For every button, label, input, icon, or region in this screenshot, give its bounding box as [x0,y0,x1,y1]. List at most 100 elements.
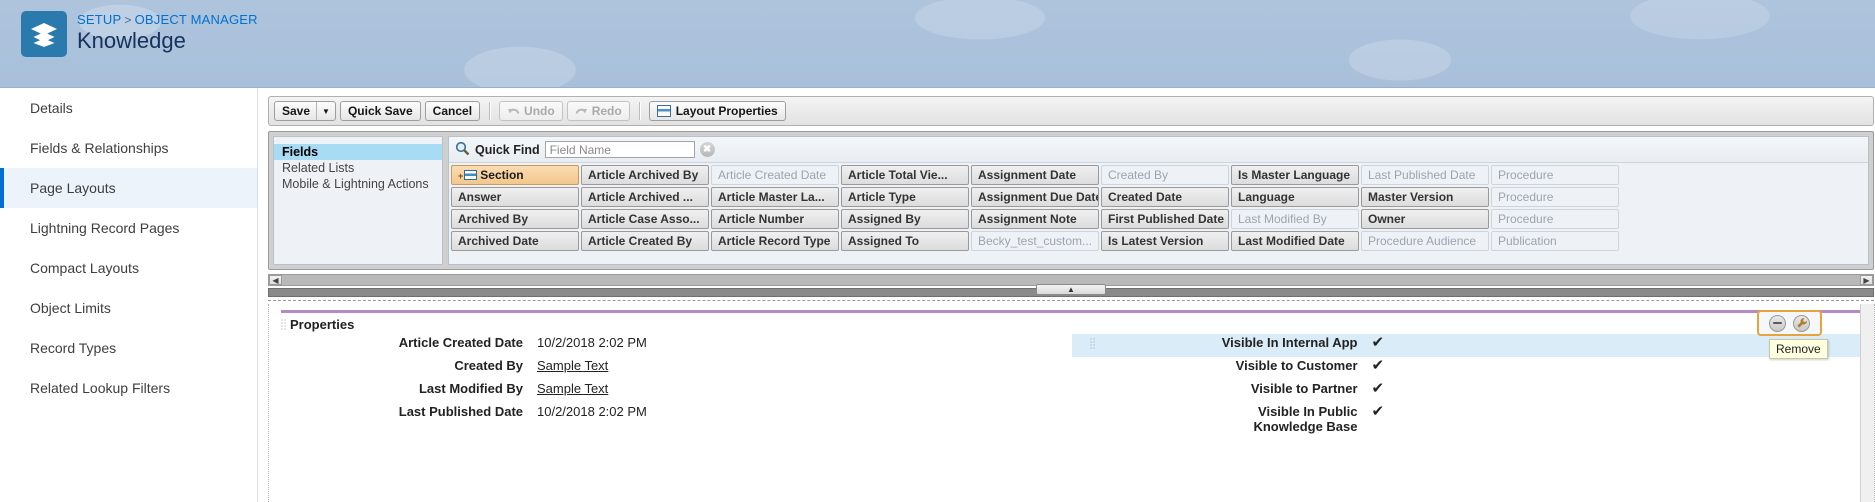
palette-field-item[interactable]: Answer [451,187,579,207]
cancel-button-label: Cancel [432,104,473,118]
palette-field-item[interactable]: Article Type [841,187,969,207]
scroll-left-icon[interactable]: ◀ [269,275,282,285]
drag-handle-icon[interactable] [1089,338,1095,349]
palette-field-item[interactable]: Assigned To [841,231,969,251]
sidebar-item-record-types[interactable]: Record Types [0,328,257,368]
palette-field-item[interactable]: Is Latest Version [1101,231,1229,251]
sidebar-item-fields-relationships[interactable]: Fields & Relationships [0,128,257,168]
layout-field-row[interactable]: Article Created Date 10/2/2018 2:02 PM [269,334,1072,357]
remove-circle-icon[interactable] [1769,314,1786,332]
sidebar-item-label: Related Lookup Filters [30,380,171,396]
clear-icon[interactable]: ✖ [699,142,715,157]
drag-handle-icon[interactable] [281,319,286,330]
palette-field-item[interactable]: Article Created By [581,231,709,251]
scroll-right-icon[interactable]: ▶ [1860,275,1873,285]
palette-item-label: Last Published Date [1368,168,1476,182]
palette-field-item[interactable]: Last Modified Date [1231,231,1359,251]
page-title: Knowledge [77,28,186,53]
breadcrumb-object-manager[interactable]: OBJECT MANAGER [135,12,258,27]
layout-field-value: 10/2/2018 2:02 PM [537,335,647,350]
palette-item-label: Procedure [1498,190,1554,204]
undo-button: Undo [499,101,563,121]
palette-item-label: Article Record Type [718,234,831,248]
plus-icon: + [458,171,464,181]
palette-field-item[interactable]: Assignment Note [971,209,1099,229]
breadcrumb-setup[interactable]: SETUP [77,12,121,27]
palette-field-item[interactable]: Master Version [1361,187,1489,207]
section-title-label: Properties [290,317,355,332]
sidebar-item-object-limits[interactable]: Object Limits [0,288,257,328]
palette-field-item[interactable]: Article Total Vie... [841,165,969,185]
palette-item-label: Article Total Vie... [848,168,948,182]
toolbar-divider [489,102,491,120]
sidebar-item-label: Lightning Record Pages [30,220,180,236]
palette-field-item[interactable]: Article Master La... [711,187,839,207]
palette-tab-fields[interactable]: Fields [274,144,442,160]
checkmark-icon: ✔ [1371,357,1385,374]
layout-field-row[interactable]: Visible In Internal App ✔ [1071,334,1874,357]
palette-field-item[interactable]: Language [1231,187,1359,207]
sidebar-item-related-lookup-filters[interactable]: Related Lookup Filters [0,368,257,408]
layout-field-label: Last Modified By [418,381,523,396]
palette-field-item[interactable]: Assignment Due Date [971,187,1099,207]
quick-find-bar: Quick Find Field Name ✖ [449,137,1868,163]
palette-field-item[interactable]: Article Number [711,209,839,229]
undo-button-label: Undo [524,104,555,118]
palette-item-label: Is Latest Version [1108,234,1204,248]
quick-find-input[interactable]: Field Name [544,141,695,158]
palette-section-item[interactable]: + Section [451,165,579,185]
layout-field-value-link[interactable]: Sample Text [537,381,608,396]
palette-field-item[interactable]: Assignment Date [971,165,1099,185]
sidebar-item-label: Object Limits [30,300,111,316]
save-button[interactable]: Save ▼ [274,101,336,121]
layout-field-row[interactable]: Visible to Partner ✔ [1072,380,1875,403]
canvas-vertical-scrollbar[interactable] [1860,304,1874,502]
layout-properties-button[interactable]: Layout Properties [648,101,786,121]
palette-field-item[interactable]: Is Master Language [1231,165,1359,185]
sidebar-item-lightning-record-pages[interactable]: Lightning Record Pages [0,208,257,248]
layout-field-row[interactable]: Created By Sample Text [269,357,1072,380]
layout-properties-button-label: Layout Properties [675,104,778,118]
layout-field-row[interactable]: Last Modified By Sample Text [269,380,1072,403]
palette-field-item[interactable]: Article Archived By [581,165,709,185]
layout-field-row[interactable]: Last Published Date 10/2/2018 2:02 PM [269,403,1072,426]
layout-field-label: Visible In Public Knowledge Base [1253,404,1358,434]
palette-field-item[interactable]: Archived By [451,209,579,229]
palette-field-item[interactable]: Created Date [1101,187,1229,207]
palette-item-label: Archived Date [458,234,539,248]
wrench-icon[interactable] [1793,314,1810,332]
palette-item-label: Last Modified By [1238,212,1327,226]
sidebar-item-page-layouts[interactable]: Page Layouts [0,168,257,208]
sidebar-item-label: Compact Layouts [30,260,139,276]
palette-field-item[interactable]: Archived Date [451,231,579,251]
palette-field-item[interactable]: First Published Date [1101,209,1229,229]
layout-field-row[interactable]: Visible In Public Knowledge Base ✔ [1072,403,1875,437]
palette-tab-mobile-lightning-actions[interactable]: Mobile & Lightning Actions [274,176,442,192]
palette-item-label: Assignment Note [978,212,1077,226]
palette-item-label: Procedure [1498,212,1554,226]
palette-field-item[interactable]: Owner [1361,209,1489,229]
palette-resize-handle[interactable]: ▲ [268,284,1874,297]
palette-field-item[interactable]: Assigned By [841,209,969,229]
quick-save-button[interactable]: Quick Save [339,101,421,121]
layout-field-row[interactable]: Visible to Customer ✔ [1072,357,1875,380]
palette-tab-label: Related Lists [282,161,355,175]
redo-button-label: Redo [591,104,622,118]
palette-item-label: Article Master La... [718,190,825,204]
layout-field-value-link[interactable]: Sample Text [537,358,608,373]
layout-field-label: Created By [454,358,523,373]
collapse-palette-icon[interactable]: ▲ [1036,284,1106,295]
palette-item-label: Master Version [1368,190,1454,204]
palette-item-label: Answer [458,190,502,204]
sidebar-item-details[interactable]: Details [0,88,257,128]
chevron-down-icon[interactable]: ▼ [316,102,335,120]
palette-field-item[interactable]: Article Case Asso... [581,209,709,229]
palette-tab-related-lists[interactable]: Related Lists [274,160,442,176]
sidebar-item-label: Fields & Relationships [30,140,169,156]
palette-field-item[interactable]: Article Archived ... [581,187,709,207]
cancel-button[interactable]: Cancel [424,101,481,121]
sidebar-item-compact-layouts[interactable]: Compact Layouts [0,248,257,288]
palette-field-item[interactable]: Article Record Type [711,231,839,251]
palette-field-item: Created By [1101,165,1229,185]
palette-item-label: Article Type [848,190,916,204]
